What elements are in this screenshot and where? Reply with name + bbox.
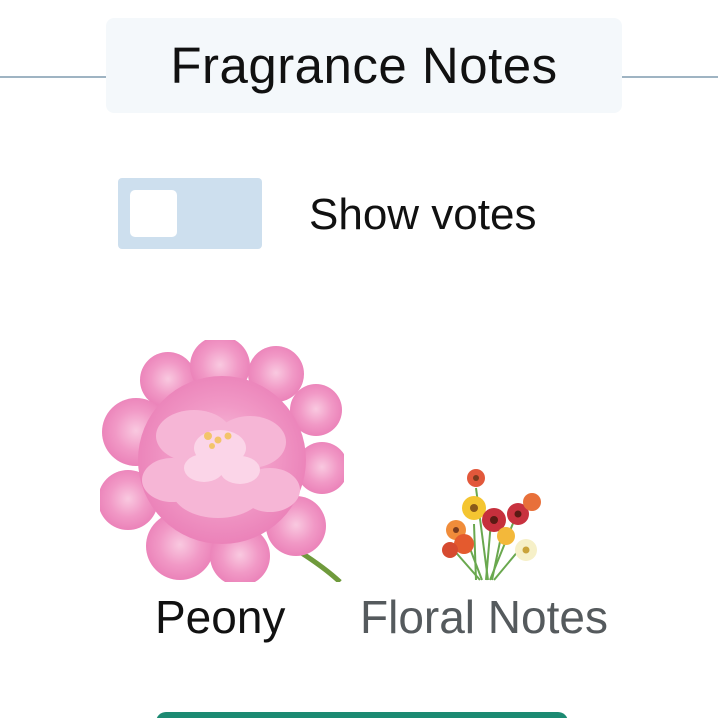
show-votes-label: Show votes [309, 190, 537, 239]
note-card-peony[interactable]: Peony [100, 340, 344, 650]
note-label-peony: Peony [155, 591, 286, 643]
flower-bouquet-icon [442, 469, 541, 581]
show-votes-toggle[interactable] [118, 178, 262, 249]
peony-flower-icon [100, 340, 344, 582]
title-divider-right [622, 76, 718, 78]
title-divider-left [0, 76, 106, 78]
fragrance-notes-panel: Fragrance Notes Show votes Peony Floral … [0, 0, 718, 718]
section-title-box: Fragrance Notes [106, 18, 622, 113]
toggle-knob [130, 190, 177, 237]
bottom-action-button[interactable] [156, 712, 568, 718]
section-title: Fragrance Notes [170, 37, 558, 94]
note-label-floral-notes: Floral Notes [360, 591, 608, 643]
note-card-floral-notes[interactable]: Floral Notes [360, 460, 630, 650]
